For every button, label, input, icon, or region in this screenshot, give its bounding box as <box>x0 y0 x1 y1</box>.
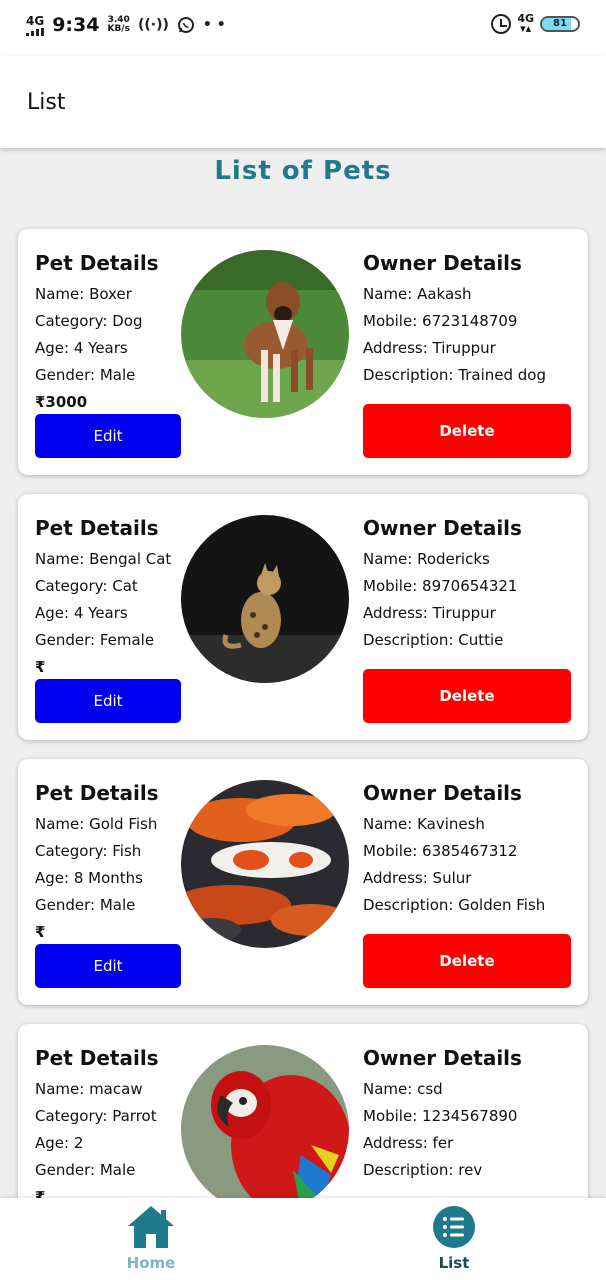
bottom-nav: Home List <box>0 1198 606 1280</box>
data-arrows-icon: ▾▴ <box>520 22 532 35</box>
list-icon <box>433 1206 475 1248</box>
speed-unit: KB/s <box>107 24 130 34</box>
owner-mobile: Mobile: 8970654321 <box>363 577 518 595</box>
pet-details-heading: Pet Details <box>35 251 159 275</box>
pet-category: Category: Cat <box>35 577 138 595</box>
owner-mobile: Mobile: 6723148709 <box>363 312 518 330</box>
pet-gender: Gender: Male <box>35 896 136 914</box>
pet-gender: Gender: Male <box>35 366 136 384</box>
pet-photo-cat <box>181 515 349 683</box>
nav-list[interactable]: List <box>394 1204 514 1272</box>
network-type: 4G <box>26 13 45 28</box>
pet-name: Name: Gold Fish <box>35 815 158 833</box>
owner-address: Address: Tiruppur <box>363 604 496 622</box>
edit-button[interactable]: Edit <box>35 944 181 988</box>
battery-level: 81 <box>553 18 567 29</box>
network-indicator: 4G ▾▴ <box>517 13 534 35</box>
delete-button[interactable]: Delete <box>363 404 571 458</box>
alarm-icon <box>491 14 512 34</box>
owner-details-heading: Owner Details <box>363 781 522 805</box>
nav-list-label: List <box>438 1254 470 1272</box>
pet-category: Category: Fish <box>35 842 142 860</box>
pet-description: Description: Cuttie <box>363 631 504 649</box>
pet-details: Pet Details Name: Boxer Category: Dog Ag… <box>35 251 159 413</box>
pet-gender: Gender: Female <box>35 631 155 649</box>
edit-button[interactable]: Edit <box>35 679 181 723</box>
owner-details: Owner Details Name: Aakash Mobile: 67231… <box>363 251 546 389</box>
status-time: 9:34 <box>52 14 100 36</box>
pet-name: Name: macaw <box>35 1080 143 1098</box>
pet-details: Pet Details Name: Bengal Cat Category: C… <box>35 516 171 678</box>
page-title: List of Pets <box>214 156 392 186</box>
delete-button[interactable]: Delete <box>363 934 571 988</box>
pet-price: ₹ <box>35 658 46 676</box>
owner-name: Name: Aakash <box>363 285 472 303</box>
pet-details-heading: Pet Details <box>35 516 159 540</box>
pet-category: Category: Parrot <box>35 1107 157 1125</box>
signal-indicator: 4G <box>26 15 44 36</box>
owner-mobile: Mobile: 1234567890 <box>363 1107 518 1125</box>
owner-name: Name: Rodericks <box>363 550 490 568</box>
app-bar: List <box>0 56 606 148</box>
owner-name: Name: csd <box>363 1080 443 1098</box>
owner-details-heading: Owner Details <box>363 516 522 540</box>
pet-age: Age: 4 Years <box>35 339 128 357</box>
owner-name: Name: Kavinesh <box>363 815 485 833</box>
more-dots-icon: • • <box>202 17 226 33</box>
pet-gender: Gender: Male <box>35 1161 136 1179</box>
pet-card: Pet Details Name: Bengal Cat Category: C… <box>18 494 588 740</box>
owner-address: Address: fer <box>363 1134 454 1152</box>
battery-icon: 81 <box>540 16 580 32</box>
pet-description: Description: Trained dog <box>363 366 546 384</box>
edit-button[interactable]: Edit <box>35 414 181 458</box>
owner-details: Owner Details Name: Rodericks Mobile: 89… <box>363 516 522 654</box>
network-speed: 3.40 KB/s <box>107 16 129 34</box>
pet-description: Description: rev <box>363 1161 483 1179</box>
pet-description: Description: Golden Fish <box>363 896 546 914</box>
owner-address: Address: Sulur <box>363 869 472 887</box>
pet-photo-dog <box>181 250 349 418</box>
pet-age: Age: 4 Years <box>35 604 128 622</box>
nav-home-label: Home <box>126 1254 176 1272</box>
status-left: 4G 9:34 3.40 KB/s ((·)) • • <box>26 14 226 36</box>
pet-photo-parrot <box>181 1045 349 1213</box>
pet-photo-fish <box>181 780 349 948</box>
pet-name: Name: Bengal Cat <box>35 550 172 568</box>
pet-age: Age: 2 <box>35 1134 84 1152</box>
owner-details-heading: Owner Details <box>363 1046 522 1070</box>
pet-details: Pet Details Name: Gold Fish Category: Fi… <box>35 781 159 943</box>
owner-details-heading: Owner Details <box>363 251 522 275</box>
signal-bars-icon <box>26 27 44 36</box>
pet-price: ₹ <box>35 923 46 941</box>
pet-card: Pet Details Name: Gold Fish Category: Fi… <box>18 759 588 1005</box>
pet-details: Pet Details Name: macaw Category: Parrot… <box>35 1046 159 1208</box>
nav-home[interactable]: Home <box>91 1204 211 1272</box>
owner-details: Owner Details Name: Kavinesh Mobile: 638… <box>363 781 545 919</box>
status-bar: 4G 9:34 3.40 KB/s ((·)) • • 4G ▾▴ 81 <box>0 0 606 56</box>
pet-category: Category: Dog <box>35 312 143 330</box>
owner-address: Address: Tiruppur <box>363 339 496 357</box>
pet-card: Pet Details Name: Boxer Category: Dog Ag… <box>18 229 588 475</box>
pet-age: Age: 8 Months <box>35 869 143 887</box>
hotspot-icon: ((·)) <box>137 17 169 33</box>
status-right: 4G ▾▴ 81 <box>491 13 580 35</box>
home-icon <box>128 1206 174 1248</box>
pet-details-heading: Pet Details <box>35 781 159 805</box>
pet-price: ₹3000 <box>35 393 88 411</box>
whatsapp-icon <box>177 17 194 33</box>
owner-mobile: Mobile: 6385467312 <box>363 842 518 860</box>
pet-name: Name: Boxer <box>35 285 132 303</box>
pet-details-heading: Pet Details <box>35 1046 159 1070</box>
delete-button[interactable]: Delete <box>363 669 571 723</box>
app-bar-title: List <box>27 90 66 115</box>
owner-details: Owner Details Name: csd Mobile: 12345678… <box>363 1046 522 1184</box>
